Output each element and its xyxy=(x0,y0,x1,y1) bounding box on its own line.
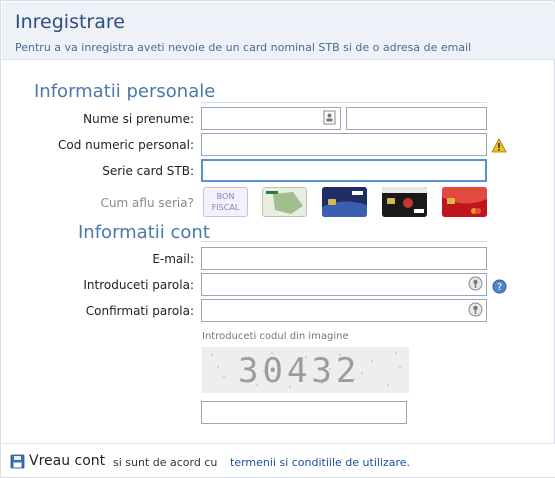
section-divider xyxy=(201,102,487,103)
bon-label-line2: FISCAL xyxy=(211,203,240,212)
password-reveal-icon[interactable] xyxy=(468,302,483,317)
card-thumbnail-black[interactable] xyxy=(382,187,427,217)
last-name-input[interactable] xyxy=(346,107,487,130)
page-subtitle: Pentru a va inregistra aveti nevoie de u… xyxy=(15,41,472,54)
warning-icon xyxy=(491,138,507,153)
help-icon[interactable]: ? xyxy=(492,279,507,294)
email-label: E-mail: xyxy=(152,252,194,266)
section-title-personal: Informatii personale xyxy=(34,81,216,102)
email-input[interactable] xyxy=(201,247,487,270)
create-account-button[interactable]: Vreau cont xyxy=(29,453,105,469)
id-card-icon xyxy=(323,110,336,125)
serie-label: Serie card STB: xyxy=(102,164,194,178)
confirm-password-wrap xyxy=(201,299,487,322)
section-divider xyxy=(201,241,487,242)
green-card-image xyxy=(263,188,306,216)
bon-fiscal-button[interactable]: BON FISCAL xyxy=(203,187,248,217)
cnp-label: Cod numeric personal: xyxy=(58,138,194,152)
terms-agree-text: si sunt de acord cu xyxy=(113,456,218,469)
password-label: Introduceti parola: xyxy=(83,278,194,292)
name-label: Nume si prenume: xyxy=(83,112,194,126)
confirm-password-label: Confirmati parola: xyxy=(85,304,194,318)
help-serial-label: Cum aflu seria? xyxy=(100,196,194,210)
password-wrap xyxy=(201,273,487,296)
card-thumbnail-blue[interactable] xyxy=(322,187,367,217)
black-card-image xyxy=(382,187,427,217)
password-reveal-icon[interactable] xyxy=(468,276,483,291)
card-serial-input[interactable] xyxy=(201,159,487,182)
confirm-password-input[interactable] xyxy=(201,299,487,322)
bon-label-line1: BON xyxy=(216,192,235,201)
page-title: Inregistrare xyxy=(15,11,125,33)
blue-card-image xyxy=(322,187,367,217)
section-title-account: Informatii cont xyxy=(78,222,210,243)
first-name-wrap xyxy=(201,107,341,130)
save-icon[interactable] xyxy=(10,454,25,469)
card-thumbnail-red[interactable] xyxy=(442,187,487,217)
footer: Vreau cont si sunt de acord cu termenii … xyxy=(2,443,555,477)
terms-link[interactable]: termenii si conditiile de utilizare. xyxy=(230,456,410,469)
svg-text:?: ? xyxy=(497,282,502,293)
red-card-image xyxy=(442,187,487,217)
captcha-image: 30432 xyxy=(202,347,409,393)
password-input[interactable] xyxy=(201,273,487,296)
captcha-label: Introduceti codul din imagine xyxy=(202,331,349,342)
captcha-input[interactable] xyxy=(201,401,407,424)
captcha-code: 30432 xyxy=(238,351,361,391)
card-thumbnail-green[interactable] xyxy=(262,187,307,217)
cnp-input[interactable] xyxy=(201,133,487,156)
header: Inregistrare Pentru a va inregistra avet… xyxy=(2,2,555,60)
first-name-input[interactable] xyxy=(201,107,341,130)
registration-panel: Inregistrare Pentru a va inregistra avet… xyxy=(0,0,555,478)
